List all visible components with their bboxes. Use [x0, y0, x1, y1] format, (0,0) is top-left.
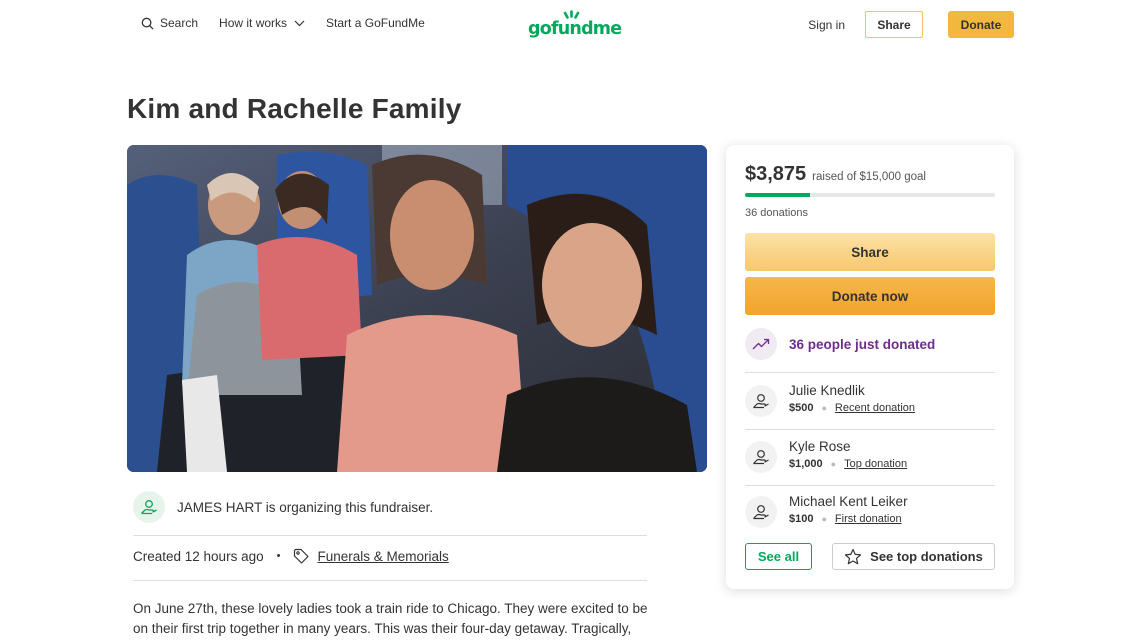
organizer-text: JAMES HART is organizing this fundraiser…: [177, 500, 433, 515]
trend-badge: [745, 328, 777, 360]
bullet-separator: •: [276, 550, 281, 562]
bullet-separator: ●: [821, 403, 827, 413]
start-gofundme-label: Start a GoFundMe: [326, 16, 425, 30]
nav-left: Search How it works Start a GoFundMe: [141, 16, 425, 30]
donor-info: Julie Knedlik $500 ● Recent donation: [789, 383, 915, 414]
page-title: Kim and Rachelle Family: [127, 93, 462, 124]
donor-details: $100 ● First donation: [789, 513, 908, 525]
divider: [745, 372, 995, 373]
donor-amount: $100: [789, 513, 814, 525]
donor-name: Julie Knedlik: [789, 383, 865, 398]
campaign-photo-illustration: [127, 145, 707, 472]
trend-text: 36 people just donated: [789, 336, 936, 352]
sign-in-link[interactable]: Sign in: [808, 18, 845, 32]
organizer-row: JAMES HART is organizing this fundraiser…: [133, 491, 433, 523]
category-link[interactable]: Funerals & Memorials: [317, 549, 448, 564]
donor-name: Michael Kent Leiker: [789, 494, 908, 509]
donor-amount: $500: [789, 402, 814, 414]
star-icon: [845, 548, 862, 564]
progress-bar: [745, 193, 995, 197]
campaign-photo: [127, 145, 707, 472]
donor-details: $1,000 ● Top donation: [789, 458, 907, 470]
donor-amount: $1,000: [789, 458, 823, 470]
share-button[interactable]: Share: [745, 233, 995, 271]
bullet-separator: ●: [821, 514, 827, 524]
divider: [745, 429, 995, 430]
donor-avatar: [745, 441, 777, 473]
list-item: Michael Kent Leiker $100 ● First donatio…: [745, 494, 908, 528]
organizer-suffix: is organizing this fundraiser.: [262, 499, 434, 515]
donor-hand-icon: [753, 450, 769, 465]
donor-info: Kyle Rose $1,000 ● Top donation: [789, 439, 907, 470]
donor-info: Michael Kent Leiker $100 ● First donatio…: [789, 494, 908, 525]
logo-text: gofundme: [528, 19, 622, 39]
divider: [133, 580, 647, 581]
tag-icon: [294, 548, 310, 564]
organizer-name: JAMES HART: [177, 499, 263, 515]
donate-button-header[interactable]: Donate: [948, 11, 1014, 38]
bullet-separator: ●: [830, 459, 837, 469]
donation-count: 36 donations: [745, 207, 808, 219]
start-gofundme-link[interactable]: Start a GoFundMe: [326, 16, 425, 30]
gofundme-logo[interactable]: gofundme: [528, 10, 622, 40]
progress-fill: [745, 193, 810, 197]
nav-right: Sign in Share Donate: [808, 11, 1014, 38]
search-label: Search: [160, 16, 199, 30]
see-top-donations-button[interactable]: See top donations: [832, 543, 995, 570]
see-all-button[interactable]: See all: [745, 543, 812, 570]
chevron-down-icon: [294, 20, 305, 26]
donor-hand-icon: [753, 394, 769, 409]
share-button-header[interactable]: Share: [865, 11, 923, 38]
divider: [133, 535, 647, 536]
list-item: Julie Knedlik $500 ● Recent donation: [745, 383, 915, 417]
donate-now-button[interactable]: Donate now: [745, 277, 995, 315]
raised-amount: $3,875: [745, 163, 807, 185]
organizer-avatar: [133, 491, 165, 523]
trending-up-icon: [752, 338, 770, 350]
created-time: Created 12 hours ago: [133, 548, 264, 564]
donor-avatar: [745, 496, 777, 528]
donor-name: Kyle Rose: [789, 439, 851, 454]
recent-activity: 36 people just donated: [745, 328, 935, 360]
how-it-works-label: How it works: [219, 16, 288, 30]
donor-avatar: [745, 385, 777, 417]
raised-line: $3,875 raised of $15,000 goal: [745, 163, 926, 186]
campaign-meta: Created 12 hours ago • Funerals & Memori…: [133, 548, 449, 564]
donor-tag-link[interactable]: First donation: [835, 513, 902, 525]
search-link[interactable]: Search: [141, 16, 198, 30]
campaign-story: On June 27th, these lovely ladies took a…: [133, 601, 648, 641]
search-icon: [141, 17, 154, 30]
goal-text: raised of $15,000 goal: [812, 171, 926, 183]
donor-tag-link[interactable]: Top donation: [844, 458, 907, 470]
donor-tag-link[interactable]: Recent donation: [835, 402, 915, 414]
donor-hand-icon: [141, 500, 157, 515]
list-item: Kyle Rose $1,000 ● Top donation: [745, 439, 907, 473]
donation-card: $3,875 raised of $15,000 goal 36 donatio…: [726, 145, 1014, 589]
donor-hand-icon: [753, 505, 769, 520]
divider: [745, 485, 995, 486]
donor-details: $500 ● Recent donation: [789, 402, 915, 414]
how-it-works-menu[interactable]: How it works: [219, 16, 305, 30]
see-top-donations-label: See top donations: [870, 549, 983, 564]
site-header: Search How it works Start a GoFundMe gof…: [0, 0, 1140, 50]
